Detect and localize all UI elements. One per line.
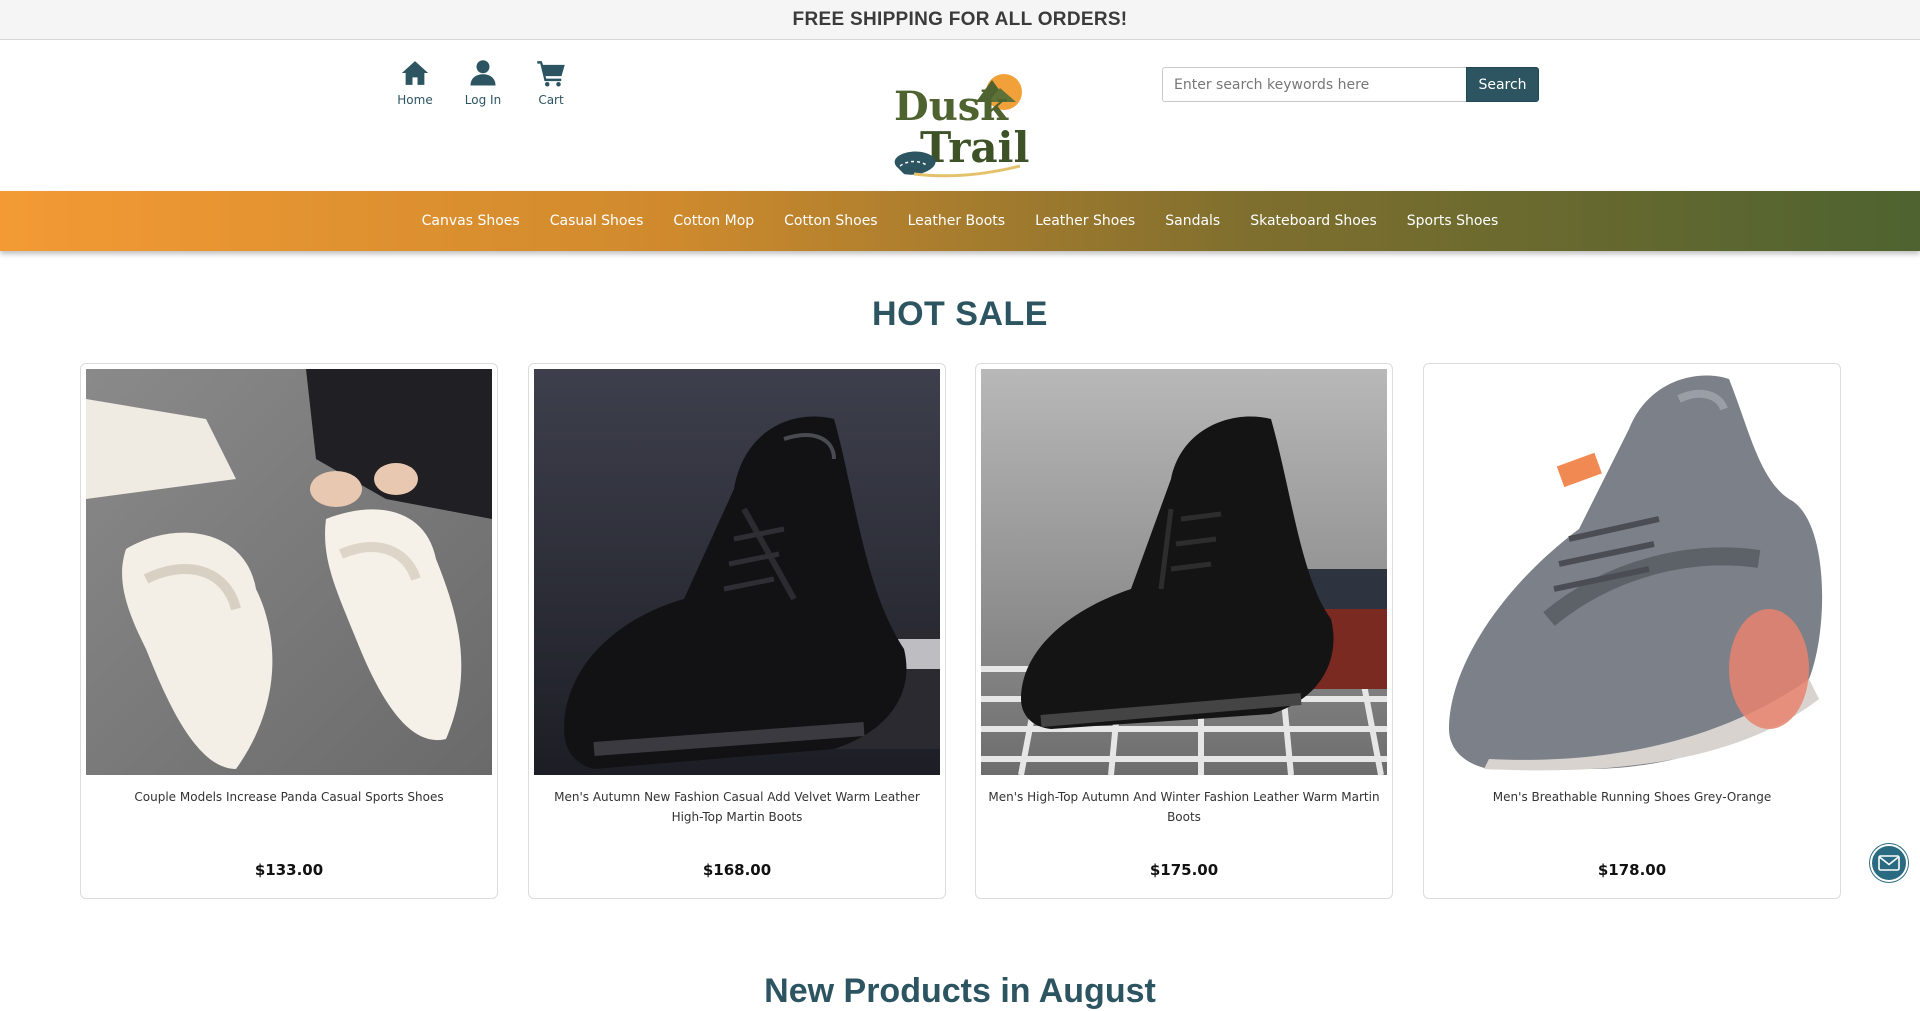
cart-link-label: Cart [538,93,564,107]
product-price: $133.00 [254,861,324,879]
nav-item-skateboard-shoes[interactable]: Skateboard Shoes [1235,213,1392,229]
product-card[interactable]: Men's High-Top Autumn And Winter Fashion… [975,363,1393,899]
product-title[interactable]: Couple Models Increase Panda Casual Spor… [89,787,489,807]
product-card[interactable]: Men's Breathable Running Shoes Grey-Oran… [1423,363,1841,899]
shipping-banner-text: FREE SHIPPING FOR ALL ORDERS! [792,8,1128,30]
nav-item-leather-boots[interactable]: Leather Boots [893,213,1020,229]
search-button[interactable]: Search [1466,67,1539,102]
logo-word-trail: Trail [920,123,1029,172]
site-logo[interactable]: Dusk Trail [884,62,1034,182]
login-link[interactable]: Log In [449,58,517,107]
product-title[interactable]: Men's Autumn New Fashion Casual Add Velv… [537,787,937,827]
new-products-title: New Products in August [764,972,1156,1010]
product-price: $178.00 [1597,861,1667,879]
nav-item-cotton-mop[interactable]: Cotton Mop [658,213,769,229]
search-bar: Search [1162,67,1539,102]
nav-item-canvas-shoes[interactable]: Canvas Shoes [407,213,535,229]
home-link[interactable]: Home [381,58,449,107]
hot-sale-title: HOT SALE [872,295,1048,333]
search-input[interactable] [1162,67,1466,102]
site-header: Home Log In Cart Dusk Trail Search [0,40,1920,191]
product-image[interactable] [86,369,492,775]
quick-links: Home Log In Cart [381,58,585,107]
product-image[interactable] [1429,369,1835,775]
product-price: $175.00 [1149,861,1219,879]
nav-item-casual-shoes[interactable]: Casual Shoes [535,213,659,229]
product-image[interactable] [534,369,940,775]
login-link-label: Log In [464,93,502,107]
contact-mail-button[interactable] [1870,844,1908,882]
nav-item-sports-shoes[interactable]: Sports Shoes [1392,213,1514,229]
home-link-label: Home [397,93,433,107]
nav-item-leather-shoes[interactable]: Leather Shoes [1020,213,1150,229]
product-image[interactable] [981,369,1387,775]
product-card[interactable]: Men's Autumn New Fashion Casual Add Velv… [528,363,946,899]
envelope-icon [1878,855,1900,871]
shipping-banner: FREE SHIPPING FOR ALL ORDERS! [0,0,1920,40]
product-title[interactable]: Men's Breathable Running Shoes Grey-Oran… [1432,787,1832,807]
product-title[interactable]: Men's High-Top Autumn And Winter Fashion… [984,787,1384,827]
nav-item-cotton-shoes[interactable]: Cotton Shoes [769,213,892,229]
user-icon [470,60,496,86]
home-icon [401,61,429,85]
new-products-heading: New Products in August [0,972,1920,1011]
nav-item-sandals[interactable]: Sandals [1150,213,1235,229]
product-card[interactable]: Couple Models Increase Panda Casual Spor… [80,363,498,899]
cart-link[interactable]: Cart [517,58,585,107]
product-price: $168.00 [702,861,772,879]
hot-sale-products: Couple Models Increase Panda Casual Spor… [80,363,1841,899]
hot-sale-heading: HOT SALE [0,295,1920,335]
cart-icon [537,61,565,87]
category-nav: Canvas Shoes Casual Shoes Cotton Mop Cot… [0,191,1920,251]
